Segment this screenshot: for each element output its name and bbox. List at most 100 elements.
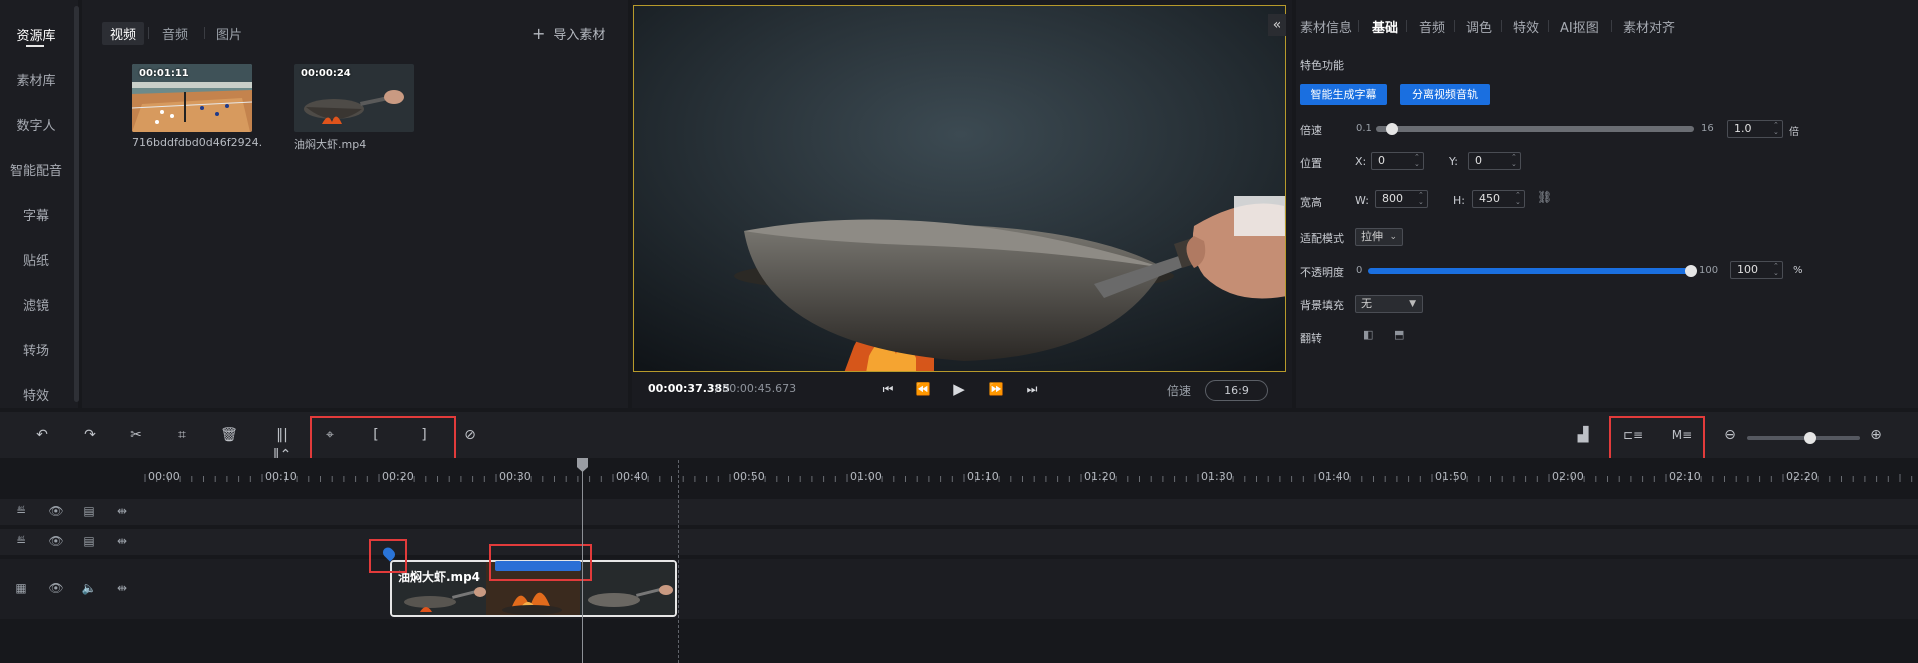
thumb-duration: 00:00:24	[301, 68, 351, 79]
note-icon[interactable]: ▤	[81, 534, 97, 548]
nav-scrollbar[interactable]	[74, 6, 79, 402]
highlight-box	[369, 539, 407, 573]
nav-item-filters[interactable]: 滤镜	[0, 295, 72, 314]
media-thumb-2[interactable]: 00:00:24	[294, 64, 414, 132]
track-subtitle-2[interactable]	[0, 529, 1918, 555]
link-off-icon[interactable]: ⊘	[460, 425, 480, 445]
nav-item-transitions[interactable]: 转场	[0, 340, 72, 359]
ruler-tick-label: 00:30	[499, 470, 531, 483]
left-nav: 资源库 素材库 数字人 智能配音 字幕 贴纸 滤镜 转场 特效	[0, 0, 79, 408]
track-subtitle-1[interactable]	[0, 499, 1918, 525]
opacity-min: 0	[1356, 265, 1363, 276]
thumb-name: 716bddfdbd0d46f2924...	[132, 136, 262, 149]
y-input[interactable]: 0	[1468, 152, 1521, 170]
import-button[interactable]: + 导入素材	[532, 24, 605, 43]
opacity-slider-knob[interactable]	[1685, 265, 1697, 277]
split-icon[interactable]: ⇹	[114, 504, 130, 518]
flip-label: 翻转	[1300, 332, 1322, 345]
tab-divider	[1548, 20, 1549, 32]
tab-color[interactable]: 调色	[1466, 17, 1492, 36]
aspect-ratio-button[interactable]: 16:9	[1205, 380, 1268, 401]
separate-audio-button[interactable]: 分离视频音轨	[1400, 84, 1490, 105]
tab-media-info[interactable]: 素材信息	[1300, 17, 1352, 36]
opacity-input[interactable]: 100	[1730, 261, 1783, 279]
video-preview[interactable]	[633, 5, 1286, 372]
ruler-tick-label: 00:00	[148, 470, 180, 483]
split-icon[interactable]: ⇹	[114, 534, 130, 548]
note-icon[interactable]: ▤	[81, 504, 97, 518]
play-icon[interactable]: ▶	[948, 378, 970, 400]
chart-icon[interactable]: ▟	[1573, 425, 1593, 445]
highlight-box	[1609, 416, 1705, 462]
zoom-in-icon[interactable]: ⊕	[1866, 425, 1886, 445]
audio-wave-icon[interactable]: ‖|‖⌃	[268, 425, 296, 463]
redo-icon[interactable]: ↷	[80, 425, 100, 445]
speed-slider[interactable]	[1376, 126, 1694, 132]
highlight-box	[489, 544, 592, 581]
text-track-icon: ≝	[15, 534, 27, 548]
auto-subtitle-button[interactable]: 智能生成字幕	[1300, 84, 1387, 105]
y-label: Y:	[1449, 155, 1458, 168]
speed-input[interactable]: 1.0	[1727, 120, 1783, 138]
opacity-label: 不透明度	[1300, 266, 1344, 279]
cut-icon[interactable]: ✂	[126, 425, 146, 445]
flip-vertical-icon[interactable]: ⬒	[1394, 328, 1404, 341]
eye-icon[interactable]: 👁	[48, 534, 64, 548]
speed-slider-knob[interactable]	[1386, 123, 1399, 135]
caret-down-icon: ▼	[1409, 299, 1416, 309]
playback-speed[interactable]: 倍速	[1167, 382, 1191, 399]
skip-start-icon[interactable]: ⏮	[877, 378, 899, 400]
nav-item-digital-human[interactable]: 数字人	[0, 115, 72, 134]
tab-audio[interactable]: 音频	[162, 24, 188, 43]
tab-align[interactable]: 素材对齐	[1623, 17, 1675, 36]
tab-basic[interactable]: 基础	[1372, 17, 1398, 36]
video-editor: { "nav": { "items": ["资源库","素材库","数字人","…	[0, 0, 1918, 663]
skip-end-icon[interactable]: ⏭	[1021, 378, 1043, 400]
nav-item-resources[interactable]: 资源库	[0, 25, 72, 44]
fit-mode-select[interactable]: 拉伸 ⌄	[1355, 228, 1403, 246]
zoom-slider-knob[interactable]	[1804, 432, 1816, 444]
video-frame	[634, 6, 1285, 371]
zoom-out-icon[interactable]: ⊖	[1720, 425, 1740, 445]
split-icon[interactable]: ⇹	[114, 581, 130, 595]
video-track-icon: ▦	[15, 581, 27, 595]
ruler-tick-label: 02:10	[1669, 470, 1701, 483]
tab-divider	[1406, 20, 1407, 32]
collapse-panel-button[interactable]: «	[1268, 14, 1286, 36]
speed-label: 倍速	[1300, 124, 1322, 137]
nav-item-library[interactable]: 素材库	[0, 70, 72, 89]
flip-horizontal-icon[interactable]: ◧	[1363, 328, 1373, 341]
fast-forward-icon[interactable]: ⏩	[985, 378, 1007, 400]
tab-image[interactable]: 图片	[216, 24, 242, 43]
undo-icon[interactable]: ↶	[32, 425, 52, 445]
nav-item-voice[interactable]: 智能配音	[0, 160, 72, 179]
link-icon[interactable]: ⛓	[1537, 190, 1552, 204]
delete-icon[interactable]: 🗑	[219, 425, 239, 445]
opacity-slider[interactable]	[1368, 268, 1691, 274]
tab-audio-props[interactable]: 音频	[1419, 17, 1445, 36]
height-input[interactable]: 450	[1472, 190, 1525, 208]
eye-icon[interactable]: 👁	[48, 581, 64, 595]
eye-icon[interactable]: 👁	[48, 504, 64, 518]
speed-min: 0.1	[1356, 123, 1372, 134]
width-input[interactable]: 800	[1375, 190, 1428, 208]
volume-icon[interactable]: 🔈	[81, 581, 97, 595]
ruler-tick-label: 00:20	[382, 470, 414, 483]
bg-fill-select[interactable]: 无 ▼	[1355, 295, 1423, 313]
chevron-down-icon: ⌄	[1389, 232, 1397, 242]
tab-video[interactable]: 视频	[102, 22, 145, 45]
track-video[interactable]	[0, 559, 1918, 619]
nav-item-stickers[interactable]: 贴纸	[0, 250, 72, 269]
media-thumb-1[interactable]: 00:01:11	[132, 64, 252, 132]
crop-icon[interactable]: ⌗	[172, 425, 192, 445]
rewind-icon[interactable]: ⏪	[912, 378, 934, 400]
playhead-line[interactable]	[582, 460, 583, 663]
x-input[interactable]: 0	[1371, 152, 1424, 170]
tab-ai-matting[interactable]: AI抠图	[1560, 17, 1599, 36]
nav-item-effects[interactable]: 特效	[0, 385, 72, 404]
clip-name: 油焖大虾.mp4	[398, 570, 481, 584]
nav-item-subtitles[interactable]: 字幕	[0, 205, 72, 224]
ruler-tick-label: 01:10	[967, 470, 999, 483]
tab-effects[interactable]: 特效	[1513, 17, 1539, 36]
nav-active-indicator	[26, 45, 44, 47]
